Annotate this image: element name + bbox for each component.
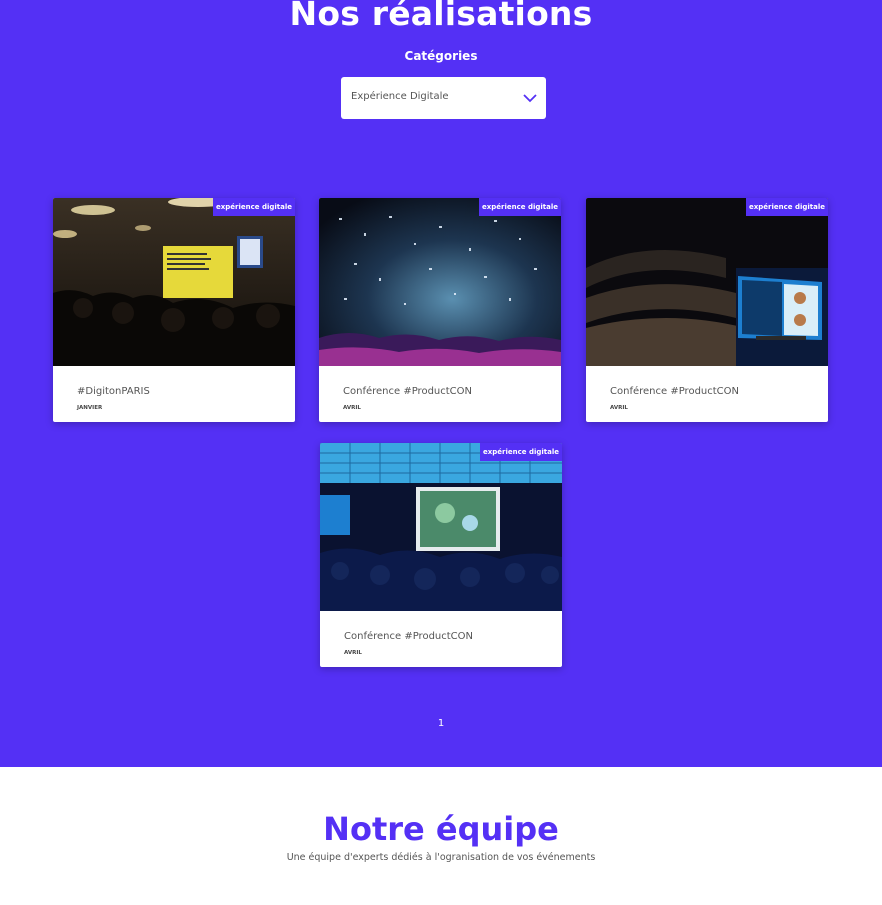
card-date: AVRIL (343, 405, 361, 411)
card-image (320, 443, 562, 611)
card-date: AVRIL (344, 650, 362, 656)
equipe-title: Notre équipe (323, 810, 559, 848)
card-title: Conférence #ProductCON (610, 386, 740, 397)
card-title: Conférence #ProductCON (343, 386, 473, 397)
realisations-section: Nos réalisations Catégories Expérience D… (0, 0, 882, 767)
pagination-page-1[interactable]: 1 (432, 718, 450, 734)
category-select[interactable]: Expérience Digitale (341, 77, 546, 119)
category-tag: expérience digitale (480, 443, 562, 461)
card-date: AVRIL (610, 405, 628, 411)
card-image (586, 198, 828, 366)
category-tag: expérience digitale (479, 198, 561, 216)
category-tag: expérience digitale (213, 198, 295, 216)
page-title: Nos réalisations (289, 0, 593, 33)
realisation-card[interactable]: expérience digitale #DigitonPARIS JANVIE… (53, 198, 295, 422)
equipe-subtitle: Une équipe d'experts dédiés à l'ogranisa… (286, 852, 596, 863)
categories-label: Catégories (404, 49, 478, 63)
chevron-down-icon (523, 94, 537, 103)
card-image (53, 198, 295, 366)
card-image (319, 198, 561, 366)
realisation-card[interactable]: expérience digitale Conférence #ProductC… (586, 198, 828, 422)
realisation-card[interactable]: expérience digitale Conférence #ProductC… (320, 443, 562, 667)
card-title: #DigitonPARIS (77, 386, 150, 397)
category-tag: expérience digitale (746, 198, 828, 216)
card-date: JANVIER (77, 405, 103, 411)
realisation-card[interactable]: expérience digitale Conférence #ProductC… (319, 198, 561, 422)
card-title: Conférence #ProductCON (344, 631, 474, 642)
category-select-value: Expérience Digitale (351, 91, 449, 102)
